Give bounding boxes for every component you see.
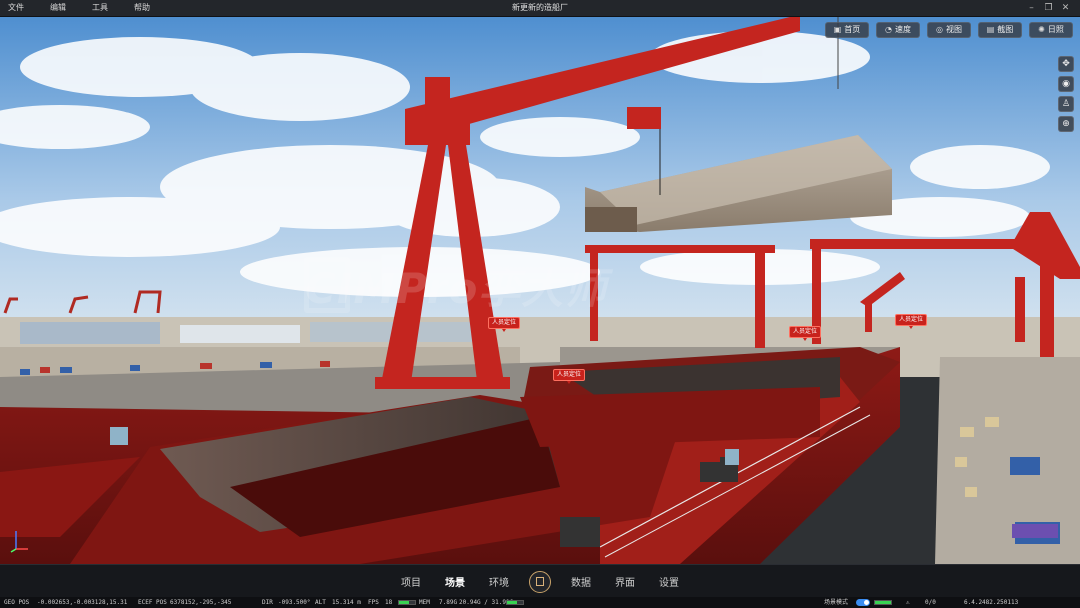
sun-icon: ✺ (1038, 25, 1045, 34)
speed-button[interactable]: ◔ 速度 (876, 22, 920, 38)
view-button[interactable]: ◎ 视图 (927, 22, 971, 38)
window-controls: – ❐ ✕ (1023, 0, 1074, 16)
navigation-tools: ✥ ◉ ♙ ⊕ (1058, 56, 1074, 132)
fps-label: FPS (368, 599, 379, 606)
ecef-pos-value: 6378152,-295,-345 (170, 599, 232, 606)
app-logo-icon[interactable] (529, 570, 551, 593)
status-meter (874, 600, 892, 605)
personnel-location-tag[interactable]: 人员定位 (789, 326, 822, 341)
3d-viewport[interactable]: CIMPro孪大师 人员定位 人员定位 人员定位 人员定位 ▣ 首页 ◔ 速度 ◎ 视… (0, 17, 1080, 564)
minimize-icon[interactable]: – (1023, 0, 1040, 16)
sunlight-label: 日照 (1047, 25, 1064, 34)
personnel-location-tag[interactable]: 人员定位 (895, 314, 928, 329)
tab-environment[interactable]: 环境 (477, 574, 521, 589)
axis-gizmo-icon (10, 531, 28, 553)
geo-pos-label: GEO POS (4, 599, 30, 606)
move-icon[interactable]: ✥ (1058, 56, 1074, 72)
title-bar: 文件 编辑 工具 帮助 新更新的造船厂 – ❐ ✕ (0, 0, 1080, 17)
status-bar: GEO POS -0.002653,-0.003128,15.31 ECEF P… (0, 597, 1080, 608)
speed-label: 速度 (894, 25, 911, 34)
geo-pos-value: -0.002653,-0.003128,15.31 (37, 599, 128, 606)
version-text: 6.4.2482.250113 (964, 599, 1019, 606)
menu-file[interactable]: 文件 (8, 0, 24, 16)
altitude-value: 15.314 m (332, 599, 361, 606)
menu-edit[interactable]: 编辑 (50, 0, 66, 16)
tab-interface[interactable]: 界面 (603, 574, 647, 589)
globe-icon[interactable]: ⊕ (1058, 116, 1074, 132)
image-icon: ▣ (833, 25, 842, 34)
notification-icon[interactable]: ⚠ (906, 597, 910, 608)
memory-label: MEM (419, 599, 430, 606)
tab-project[interactable]: 项目 (389, 574, 433, 589)
menu-help[interactable]: 帮助 (134, 0, 150, 16)
watermark-text: CIMPro孪大师 (305, 264, 608, 313)
scene-mode-toggle[interactable] (856, 599, 870, 606)
ecef-pos-label: ECEF POS (138, 599, 167, 606)
scene-mode-label: 场景模式 (824, 599, 849, 606)
view-toolbar: ▣ 首页 ◔ 速度 ◎ 视图 ▤ 截图 ✺ 日照 (825, 22, 1073, 38)
orbit-icon[interactable]: ◉ (1058, 76, 1074, 92)
home-view-label: 首页 (844, 25, 861, 34)
menu-bar: 文件 编辑 工具 帮助 (8, 0, 176, 16)
sunlight-button[interactable]: ✺ 日照 (1029, 22, 1073, 38)
fps-value: 18 (385, 599, 393, 606)
gpu-memory-meter (506, 600, 524, 605)
home-view-button[interactable]: ▣ 首页 (825, 22, 869, 38)
menu-tools[interactable]: 工具 (92, 0, 108, 16)
memory-value: 7.89G (439, 599, 458, 606)
counter-value: 0/0 (925, 599, 936, 606)
personnel-location-tag[interactable]: 人员定位 (553, 369, 586, 384)
direction-value: -093.500° (278, 599, 311, 606)
view-label: 视图 (945, 25, 962, 34)
view-icon: ◎ (936, 25, 943, 34)
screenshot-label: 截图 (997, 25, 1014, 34)
tab-data[interactable]: 数据 (559, 574, 603, 589)
bottom-navigation: 项目 场景 环境 数据 界面 设置 (0, 564, 1080, 598)
speed-gauge-icon: ◔ (885, 25, 892, 34)
fps-meter (398, 600, 416, 605)
restore-icon[interactable]: ❐ (1040, 0, 1057, 16)
close-icon[interactable]: ✕ (1057, 0, 1074, 16)
personnel-location-tag[interactable]: 人员定位 (488, 317, 521, 332)
tab-settings[interactable]: 设置 (647, 574, 691, 589)
screenshot-icon: ▤ (986, 25, 995, 34)
walk-icon[interactable]: ♙ (1058, 96, 1074, 112)
screenshot-button[interactable]: ▤ 截图 (978, 22, 1022, 38)
altitude-label: ALT (315, 599, 326, 606)
direction-label: DIR (262, 599, 273, 606)
tab-scene[interactable]: 场景 (433, 574, 477, 589)
